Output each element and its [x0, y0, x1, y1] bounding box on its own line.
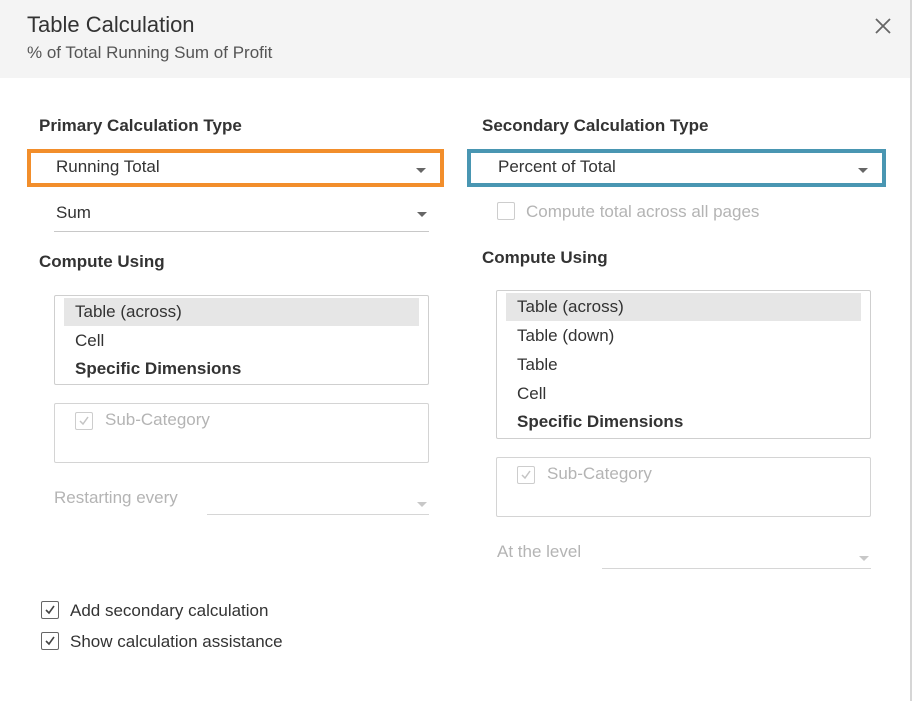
show-assistance-label: Show calculation assistance	[70, 632, 283, 651]
restarting-every-label: Restarting every	[54, 488, 178, 507]
close-icon	[875, 18, 891, 34]
list-item-label: Cell	[517, 384, 547, 403]
primary-compute-using-label: Compute Using	[39, 252, 165, 271]
show-assistance-checkbox[interactable]	[41, 632, 59, 650]
list-item[interactable]: Table (down)	[506, 322, 861, 350]
checkmark-icon	[45, 636, 55, 646]
dialog-subtitle: % of Total Running Sum of Profit	[27, 43, 273, 62]
close-button[interactable]	[873, 16, 893, 36]
aggregation-dropdown[interactable]: Sum	[54, 200, 429, 232]
list-item[interactable]: Table	[506, 351, 861, 379]
primary-dimensions-box: Sub-Category	[54, 403, 429, 463]
list-item-label: Specific Dimensions	[517, 412, 684, 431]
primary-calc-type-value: Running Total	[56, 157, 160, 176]
dialog-title: Table Calculation	[27, 12, 195, 37]
list-item[interactable]: Cell	[506, 380, 861, 408]
add-secondary-label: Add secondary calculation	[70, 601, 269, 620]
list-item-label: Table	[517, 355, 558, 374]
list-item-label: Table (across)	[75, 302, 182, 321]
add-secondary-checkbox[interactable]	[41, 601, 59, 619]
restarting-every-dropdown[interactable]	[207, 493, 429, 515]
list-item-label: Table (down)	[517, 326, 615, 345]
sub-category-label: Sub-Category	[105, 410, 210, 429]
chevron-down-icon	[417, 502, 427, 507]
primary-compute-using-list[interactable]: Table (across) Cell Specific Dimensions	[54, 295, 429, 385]
list-item[interactable]: Specific Dimensions	[506, 408, 861, 436]
secondary-dimensions-box: Sub-Category	[496, 457, 871, 517]
at-the-level-dropdown[interactable]	[602, 547, 871, 569]
chevron-down-icon	[416, 168, 426, 173]
list-item-label: Cell	[75, 331, 105, 350]
checkmark-icon	[45, 605, 55, 615]
secondary-calc-type-dropdown[interactable]: Percent of Total	[467, 149, 886, 187]
aggregation-value: Sum	[56, 203, 91, 222]
sub-category-checkbox[interactable]	[517, 466, 535, 484]
primary-calc-type-dropdown[interactable]: Running Total	[27, 149, 444, 187]
compute-total-label: Compute total across all pages	[526, 202, 760, 221]
list-item[interactable]: Cell	[64, 327, 419, 355]
list-item-label: Specific Dimensions	[75, 359, 242, 378]
checkmark-icon	[79, 416, 89, 426]
checkmark-icon	[521, 470, 531, 480]
chevron-down-icon	[417, 212, 427, 217]
list-item-label: Table (across)	[517, 297, 624, 316]
list-item[interactable]: Specific Dimensions	[64, 355, 419, 383]
secondary-calc-type-value: Percent of Total	[498, 157, 616, 176]
at-the-level-label: At the level	[497, 542, 582, 561]
chevron-down-icon	[859, 556, 869, 561]
list-item[interactable]: Table (across)	[506, 293, 861, 321]
secondary-calc-type-label: Secondary Calculation Type	[482, 116, 709, 135]
secondary-compute-using-label: Compute Using	[482, 248, 608, 267]
primary-calc-type-label: Primary Calculation Type	[39, 116, 242, 135]
chevron-down-icon	[858, 168, 868, 173]
sub-category-label: Sub-Category	[547, 464, 652, 483]
dialog-header: Table Calculation % of Total Running Sum…	[0, 0, 910, 78]
secondary-compute-using-list[interactable]: Table (across) Table (down) Table Cell S…	[496, 290, 871, 439]
list-item[interactable]: Table (across)	[64, 298, 419, 326]
compute-total-checkbox[interactable]	[497, 202, 515, 220]
sub-category-checkbox[interactable]	[75, 412, 93, 430]
